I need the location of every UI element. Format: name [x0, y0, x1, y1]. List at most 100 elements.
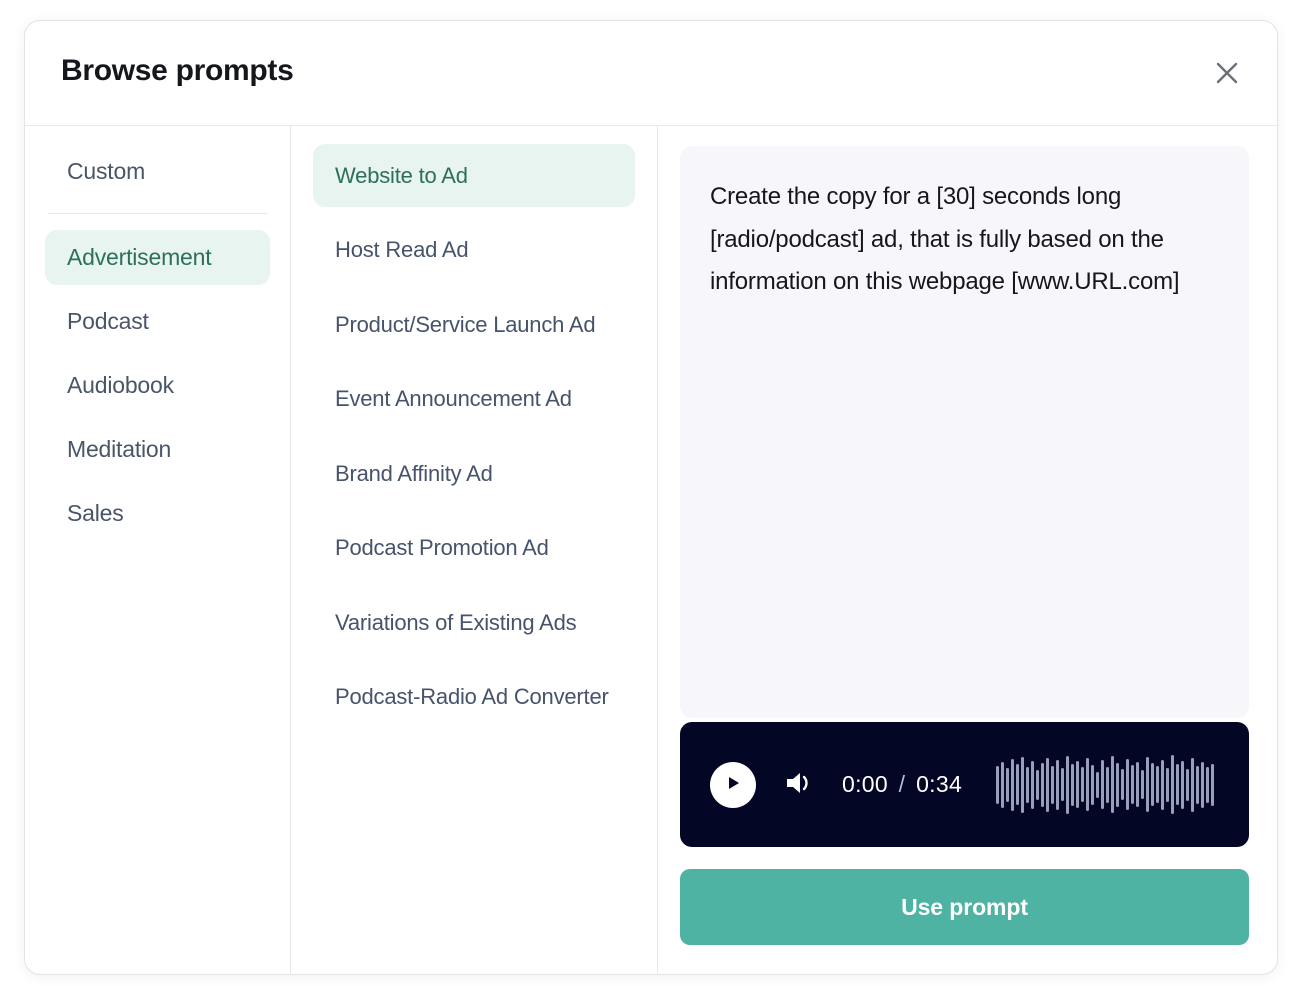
- sidebar-item-label: Sales: [67, 500, 124, 526]
- waveform-bar: [1081, 767, 1085, 802]
- list-item-podcast-promotion-ad[interactable]: Podcast Promotion Ad: [313, 516, 635, 579]
- sidebar-item-label: Custom: [67, 158, 146, 184]
- page-title: Browse prompts: [61, 54, 294, 87]
- waveform-bar: [1121, 769, 1125, 800]
- waveform-bar: [1036, 769, 1040, 800]
- prompt-item-label: Brand Affinity Ad: [335, 460, 493, 486]
- current-time: 0:00: [842, 771, 888, 797]
- sidebar-item-custom[interactable]: Custom: [45, 144, 270, 199]
- prompt-detail-pane: Create the copy for a [30] seconds long …: [658, 126, 1277, 974]
- waveform-bar: [1186, 768, 1190, 801]
- waveform-bar: [1211, 763, 1215, 806]
- waveform-bar: [1006, 767, 1010, 802]
- waveform-bar: [1141, 770, 1145, 799]
- prompt-item-label: Variations of Existing Ads: [335, 609, 577, 635]
- waveform-bar: [1086, 758, 1090, 811]
- waveform-bar: [1031, 760, 1035, 809]
- category-sidebar: Custom Advertisement Podcast Audiobook M…: [25, 126, 291, 974]
- prompt-spacer: [313, 356, 635, 367]
- waveform-bar: [1066, 755, 1070, 814]
- waveform-bar: [1201, 761, 1205, 808]
- waveform-bar: [1206, 766, 1210, 803]
- waveform-bar: [1126, 759, 1130, 810]
- sidebar-item-label: Audiobook: [67, 372, 174, 398]
- waveform-bar: [1161, 759, 1165, 810]
- audio-player: 0:00 / 0:34: [680, 722, 1249, 847]
- waveform-bar: [1051, 765, 1055, 804]
- waveform-bar: [1096, 771, 1100, 798]
- waveform-bar: [996, 765, 1000, 804]
- waveform-bar: [1016, 764, 1020, 805]
- waveform-bar: [1026, 766, 1030, 803]
- time-display: 0:00 / 0:34: [842, 771, 962, 798]
- prompt-spacer: [313, 580, 635, 591]
- list-item-product-service-launch-ad[interactable]: Product/Service Launch Ad: [313, 293, 635, 356]
- prompt-spacer: [313, 505, 635, 516]
- prompt-spacer: [313, 431, 635, 442]
- sidebar-item-label: Meditation: [67, 436, 172, 462]
- list-item-variations-of-existing-ads[interactable]: Variations of Existing Ads: [313, 591, 635, 654]
- waveform-bar: [1101, 760, 1105, 809]
- sidebar-item-sales[interactable]: Sales: [45, 486, 270, 541]
- prompt-text-box: Create the copy for a [30] seconds long …: [680, 146, 1249, 718]
- waveform-bar: [1181, 760, 1185, 809]
- waveform-scrubber[interactable]: [996, 753, 1219, 817]
- list-item-website-to-ad[interactable]: Website to Ad: [313, 144, 635, 208]
- waveform-bar: [1061, 768, 1065, 801]
- waveform-bar: [1091, 764, 1095, 805]
- waveform-bar: [1116, 762, 1120, 807]
- volume-button[interactable]: [782, 768, 816, 802]
- waveform-bar: [1021, 756, 1025, 813]
- waveform-bar: [1146, 757, 1150, 812]
- sidebar-item-label: Advertisement: [67, 244, 212, 270]
- waveform-bar: [1106, 766, 1110, 803]
- waveform-bar: [1056, 759, 1060, 810]
- sidebar-item-audiobook[interactable]: Audiobook: [45, 358, 270, 413]
- dialog-header: Browse prompts: [25, 21, 1277, 126]
- waveform-bar: [1176, 764, 1180, 805]
- waveform-bar: [1131, 765, 1135, 804]
- waveform-bar: [1076, 761, 1080, 808]
- sidebar-item-podcast[interactable]: Podcast: [45, 294, 270, 349]
- prompt-spacer: [313, 207, 635, 218]
- sidebar-divider: [48, 213, 267, 214]
- play-button[interactable]: [710, 761, 756, 808]
- list-item-podcast-radio-ad-converter[interactable]: Podcast-Radio Ad Converter: [313, 665, 635, 728]
- list-item-brand-affinity-ad[interactable]: Brand Affinity Ad: [313, 442, 635, 505]
- close-button[interactable]: [1205, 51, 1249, 95]
- waveform-bar: [1041, 762, 1045, 807]
- waveform-bar: [1171, 755, 1175, 814]
- waveform-bar: [1071, 763, 1075, 806]
- waveform-bar: [1111, 756, 1115, 813]
- waveform-bar: [1191, 757, 1195, 812]
- waveform-bar: [1011, 758, 1015, 811]
- sidebar-item-label: Podcast: [67, 308, 149, 334]
- waveform-bar: [1156, 766, 1160, 803]
- waveform-bar: [1166, 767, 1170, 802]
- prompt-list: Website to Ad Host Read Ad Product/Servi…: [291, 126, 658, 974]
- play-icon: [724, 774, 742, 795]
- list-item-host-read-ad[interactable]: Host Read Ad: [313, 218, 635, 281]
- waveform-bar: [1151, 763, 1155, 806]
- prompt-spacer: [313, 654, 635, 665]
- use-prompt-button[interactable]: Use prompt: [680, 869, 1249, 945]
- prompt-item-label: Podcast-Radio Ad Converter: [335, 684, 609, 710]
- prompt-text: Create the copy for a [30] seconds long …: [710, 183, 1180, 296]
- dialog-body: Custom Advertisement Podcast Audiobook M…: [25, 126, 1277, 974]
- waveform-bar: [1046, 757, 1050, 812]
- prompt-item-label: Host Read Ad: [335, 237, 469, 263]
- volume-icon: [784, 769, 814, 800]
- list-item-event-announcement-ad[interactable]: Event Announcement Ad: [313, 367, 635, 430]
- sidebar-item-meditation[interactable]: Meditation: [45, 422, 270, 477]
- total-time: 0:34: [916, 771, 963, 797]
- prompt-item-label: Website to Ad: [335, 163, 468, 188]
- waveform-bar: [1001, 761, 1005, 808]
- sidebar-item-advertisement[interactable]: Advertisement: [45, 230, 270, 285]
- browse-prompts-dialog: Browse prompts Custom Advertisement Podc…: [24, 20, 1278, 975]
- time-separator: /: [898, 771, 906, 797]
- waveform-bar: [1196, 765, 1200, 804]
